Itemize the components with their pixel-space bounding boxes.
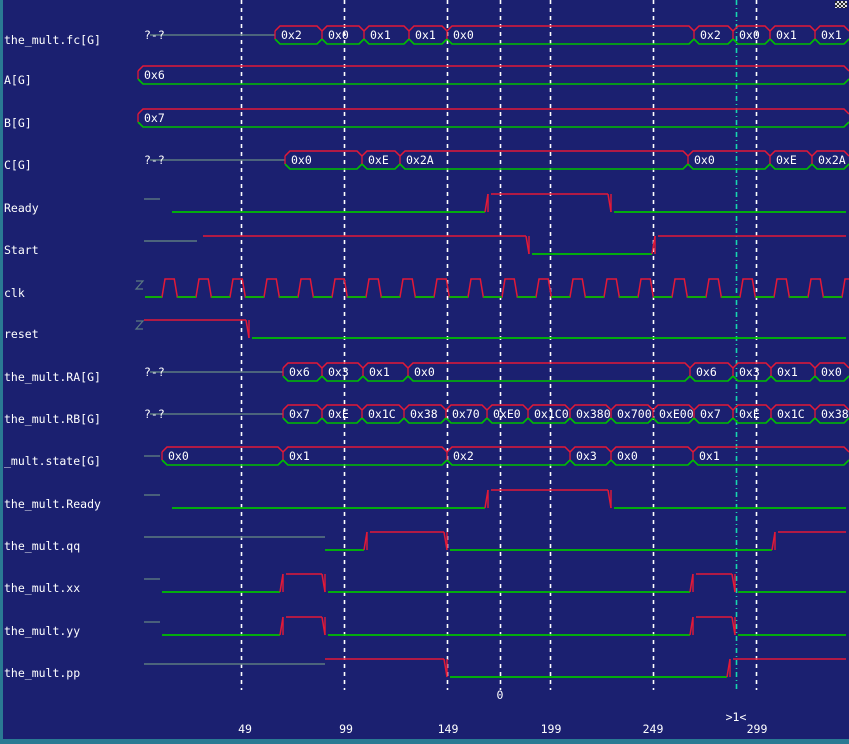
waveform-viewer: the_mult.fc[G]A[G]B[G]C[G]ReadyStartclkr… <box>0 0 849 744</box>
wave-clk[interactable] <box>136 279 849 297</box>
wave-the-mult-qq[interactable] <box>144 532 846 550</box>
time-tick-label: 149 <box>438 722 459 736</box>
wave-the-mult-rb-g-[interactable] <box>150 405 849 423</box>
wave-the-mult-fc-g-[interactable] <box>150 26 849 44</box>
time-tick-label: 199 <box>541 722 562 736</box>
wave-start[interactable] <box>144 236 846 254</box>
primary-cursor-time-label: 0 <box>497 688 504 702</box>
time-tick-label: 249 <box>643 722 664 736</box>
wave-the-mult-ra-g-[interactable] <box>150 363 849 381</box>
marker-1-label: >1< <box>726 710 747 724</box>
wave-reset[interactable] <box>136 320 846 338</box>
wave-the-mult-yy[interactable] <box>144 617 846 635</box>
wave-a-g-[interactable] <box>138 66 849 84</box>
wave-the-mult-xx[interactable] <box>144 574 846 592</box>
wave-b-g-[interactable] <box>138 109 849 127</box>
wave--mult-state-g-[interactable] <box>144 447 849 465</box>
wave-the-mult-pp[interactable] <box>144 659 846 677</box>
time-tick-label: 299 <box>747 722 768 736</box>
wave-c-g-[interactable] <box>150 151 849 169</box>
waveform-canvas[interactable] <box>0 0 849 690</box>
wave-ready[interactable] <box>144 194 846 212</box>
time-tick-label: 49 <box>238 722 252 736</box>
bottom-edge-strip <box>0 739 849 744</box>
time-tick-label: 99 <box>339 722 353 736</box>
wave-the-mult-ready[interactable] <box>144 490 846 508</box>
